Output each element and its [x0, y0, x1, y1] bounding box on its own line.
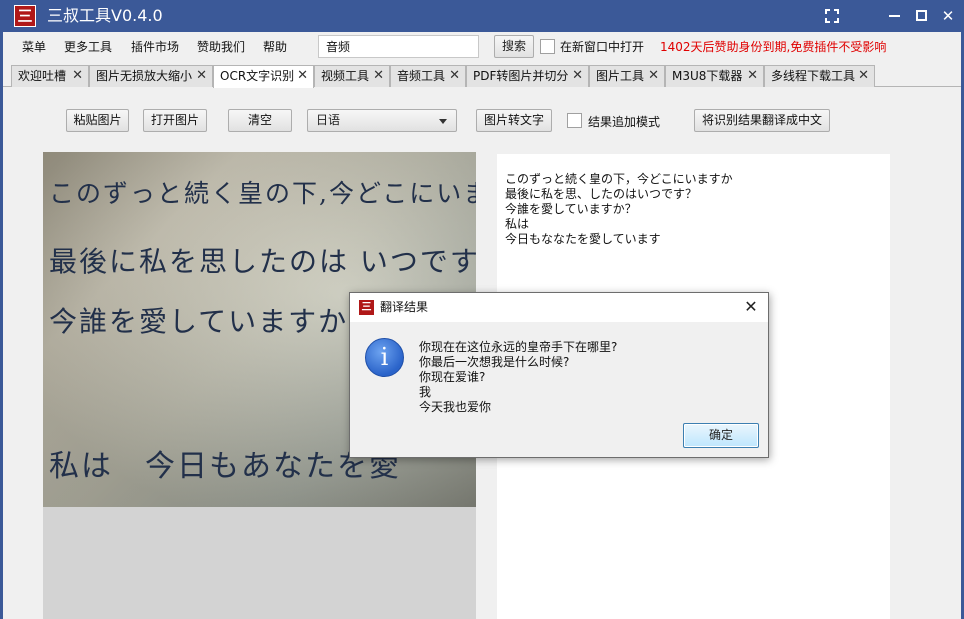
- handwriting-line: 最後に私を思したのは いつですか?: [49, 245, 476, 278]
- tab-close-icon[interactable]: ✕: [747, 66, 758, 86]
- translation-dialog: 三 翻译结果 ✕ i 你现在在这位永远的皇帝手下在哪里? 你最后一次想我是什么时…: [349, 292, 769, 458]
- tab-image-upscale[interactable]: 图片无损放大缩小 ✕: [89, 65, 213, 87]
- tab-label: OCR文字识别: [220, 69, 295, 83]
- app-logo-icon: 三: [359, 300, 374, 315]
- tab-close-icon[interactable]: ✕: [449, 66, 460, 86]
- tab-label: 视频工具: [321, 69, 370, 83]
- ocr-result-line: 最後に私を思、したのはいつです？: [505, 187, 698, 201]
- minimize-button[interactable]: [882, 4, 906, 28]
- handwriting-line: 今誰を愛していますか?: [49, 305, 366, 338]
- dialog-title-bar[interactable]: 三 翻译结果 ✕: [350, 293, 768, 322]
- tab-ocr[interactable]: OCR文字识别 ✕: [213, 65, 314, 88]
- tab-close-icon[interactable]: ✕: [572, 66, 583, 86]
- open-image-button[interactable]: 打开图片: [143, 109, 207, 132]
- menu-item-plugin-market[interactable]: 插件市场: [131, 39, 179, 55]
- tab-close-icon[interactable]: ✕: [297, 66, 308, 86]
- app-logo-icon: 三: [14, 5, 36, 27]
- handwriting-line: このずっと続く皇の下,今どこにいますか?: [49, 179, 476, 208]
- tab-bar: 欢迎吐槽 ✕ 图片无损放大缩小 ✕ OCR文字识别 ✕ 视频工具 ✕ 音频工具 ✕ PDF…: [3, 62, 961, 88]
- tab-close-icon[interactable]: ✕: [72, 66, 83, 86]
- tab-audio-tools[interactable]: 音频工具 ✕: [390, 65, 466, 87]
- ocr-result-line: 今誰を愛していますか？: [505, 202, 637, 216]
- tab-label: 欢迎吐槽: [18, 69, 67, 83]
- tab-image-tools[interactable]: 图片工具 ✕: [589, 65, 665, 87]
- ocr-result-line: 私は: [505, 217, 530, 231]
- maximize-button[interactable]: [909, 4, 933, 28]
- ocr-result-line: このずっと続く皇の下，今どこにいますか: [505, 172, 733, 186]
- tab-video-tools[interactable]: 视频工具 ✕: [314, 65, 390, 87]
- chevron-down-icon: [439, 119, 447, 124]
- translation-line: 你现在在这位永远的皇帝手下在哪里?: [419, 340, 618, 354]
- fullscreen-icon: [825, 9, 839, 23]
- language-select[interactable]: 日语: [307, 109, 457, 132]
- tab-multithread-downloader[interactable]: 多线程下载工具 ✕: [764, 65, 875, 87]
- minimize-icon: [888, 15, 900, 17]
- tab-welcome[interactable]: 欢迎吐槽 ✕: [11, 65, 89, 87]
- dialog-close-icon[interactable]: ✕: [742, 298, 760, 316]
- tab-label: PDF转图片并切分: [473, 69, 569, 83]
- tab-close-icon[interactable]: ✕: [858, 66, 869, 86]
- sponsor-notice: 1402天后赞助身份到期,免费插件不受影响: [660, 40, 887, 54]
- fullscreen-button[interactable]: [820, 4, 844, 28]
- translate-button[interactable]: 将识别结果翻译成中文: [694, 109, 830, 132]
- translation-line: 今天我也爱你: [419, 400, 492, 414]
- image-to-text-button[interactable]: 图片转文字: [476, 109, 552, 132]
- title-bar[interactable]: 三 三叔工具V0.4.0 ✕: [3, 0, 964, 32]
- translation-line: 你最后一次想我是什么时候?: [419, 355, 570, 369]
- tab-close-icon[interactable]: ✕: [196, 66, 207, 86]
- tab-close-icon[interactable]: ✕: [373, 66, 384, 86]
- append-mode-checkbox[interactable]: [567, 113, 582, 128]
- menu-bar: 菜单 更多工具 插件市场 赞助我们 帮助 搜索 在新窗口中打开 1402天后赞助…: [3, 32, 961, 62]
- maximize-icon: [915, 10, 927, 21]
- menu-item-more-tools[interactable]: 更多工具: [64, 39, 112, 55]
- app-title: 三叔工具V0.4.0: [47, 6, 163, 25]
- translation-line: 你现在爱谁?: [419, 370, 486, 384]
- tab-m3u8-downloader[interactable]: M3U8下载器 ✕: [665, 65, 764, 87]
- menu-item-help[interactable]: 帮助: [263, 39, 287, 55]
- tab-pdf-to-image[interactable]: PDF转图片并切分 ✕: [466, 65, 589, 87]
- tab-label: 多线程下载工具: [771, 69, 856, 83]
- tab-label: M3U8下载器: [672, 69, 743, 83]
- search-input[interactable]: [318, 35, 479, 58]
- ok-button[interactable]: 确定: [683, 423, 759, 448]
- menu-item-menu[interactable]: 菜单: [22, 39, 46, 55]
- info-icon: i: [365, 338, 404, 377]
- tab-label: 图片无损放大缩小: [96, 69, 193, 83]
- dialog-title: 翻译结果: [380, 300, 429, 314]
- clear-button[interactable]: 清空: [228, 109, 292, 132]
- close-window-button[interactable]: ✕: [936, 4, 960, 28]
- search-button[interactable]: 搜索: [494, 35, 534, 58]
- tab-close-icon[interactable]: ✕: [648, 66, 659, 86]
- paste-image-button[interactable]: 粘贴图片: [66, 109, 129, 132]
- close-icon: ✕: [941, 7, 955, 25]
- new-window-checkbox[interactable]: [540, 39, 555, 54]
- new-window-label: 在新窗口中打开: [560, 40, 645, 54]
- ocr-result-line: 今日もななたを愛しています: [505, 232, 661, 246]
- tab-label: 图片工具: [596, 69, 645, 83]
- append-mode-label: 结果追加模式: [588, 115, 661, 129]
- language-select-value: 日语: [316, 113, 341, 127]
- translation-line: 我: [419, 385, 432, 399]
- tab-label: 音频工具: [397, 69, 446, 83]
- menu-item-sponsor[interactable]: 赞助我们: [197, 39, 245, 55]
